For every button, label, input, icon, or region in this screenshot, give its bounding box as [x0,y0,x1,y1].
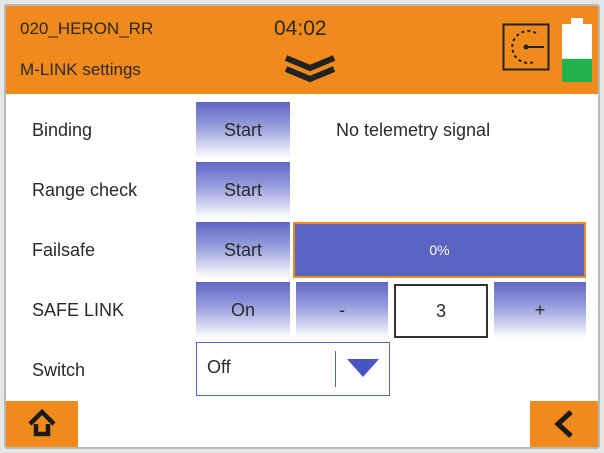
range-check-start-button[interactable]: Start [196,162,290,218]
home-button[interactable] [6,401,78,447]
model-name: 020_HERON_RR [20,19,154,38]
switch-label: Switch [32,360,86,380]
switch-selected-value: Off [207,357,231,377]
select-divider [335,351,336,387]
screen-title: M-LINK settings [20,60,141,79]
failsafe-start-button[interactable]: Start [196,222,290,278]
range-check-label: Range check [32,180,138,200]
back-button[interactable] [530,401,598,447]
binding-start-button[interactable]: Start [196,102,290,158]
safe-link-value: 3 [394,284,488,338]
home-icon [28,408,56,437]
screen: 020_HERON_RR M-LINK settings 04:02 Bindi… [4,4,600,449]
timer-icon[interactable] [502,23,550,71]
failsafe-label: Failsafe [32,240,96,260]
dropdown-arrow-icon[interactable] [347,359,379,379]
safe-link-label: SAFE LINK [32,300,125,320]
chevron-down-icon[interactable] [282,54,338,84]
header-bar: 020_HERON_RR M-LINK settings 04:02 [6,6,598,94]
failsafe-progress-text: 0% [429,242,450,258]
clock: 04:02 [274,17,327,40]
back-icon [554,410,573,438]
battery-icon [562,18,592,82]
binding-label: Binding [32,120,93,140]
telemetry-status: No telemetry signal [336,120,491,140]
switch-select[interactable]: Off [196,342,390,396]
safe-link-increment-button[interactable]: + [494,282,586,338]
safe-link-toggle-button[interactable]: On [196,282,290,338]
failsafe-progress-bar: 0% [293,222,586,278]
safe-link-decrement-button[interactable]: - [296,282,388,338]
